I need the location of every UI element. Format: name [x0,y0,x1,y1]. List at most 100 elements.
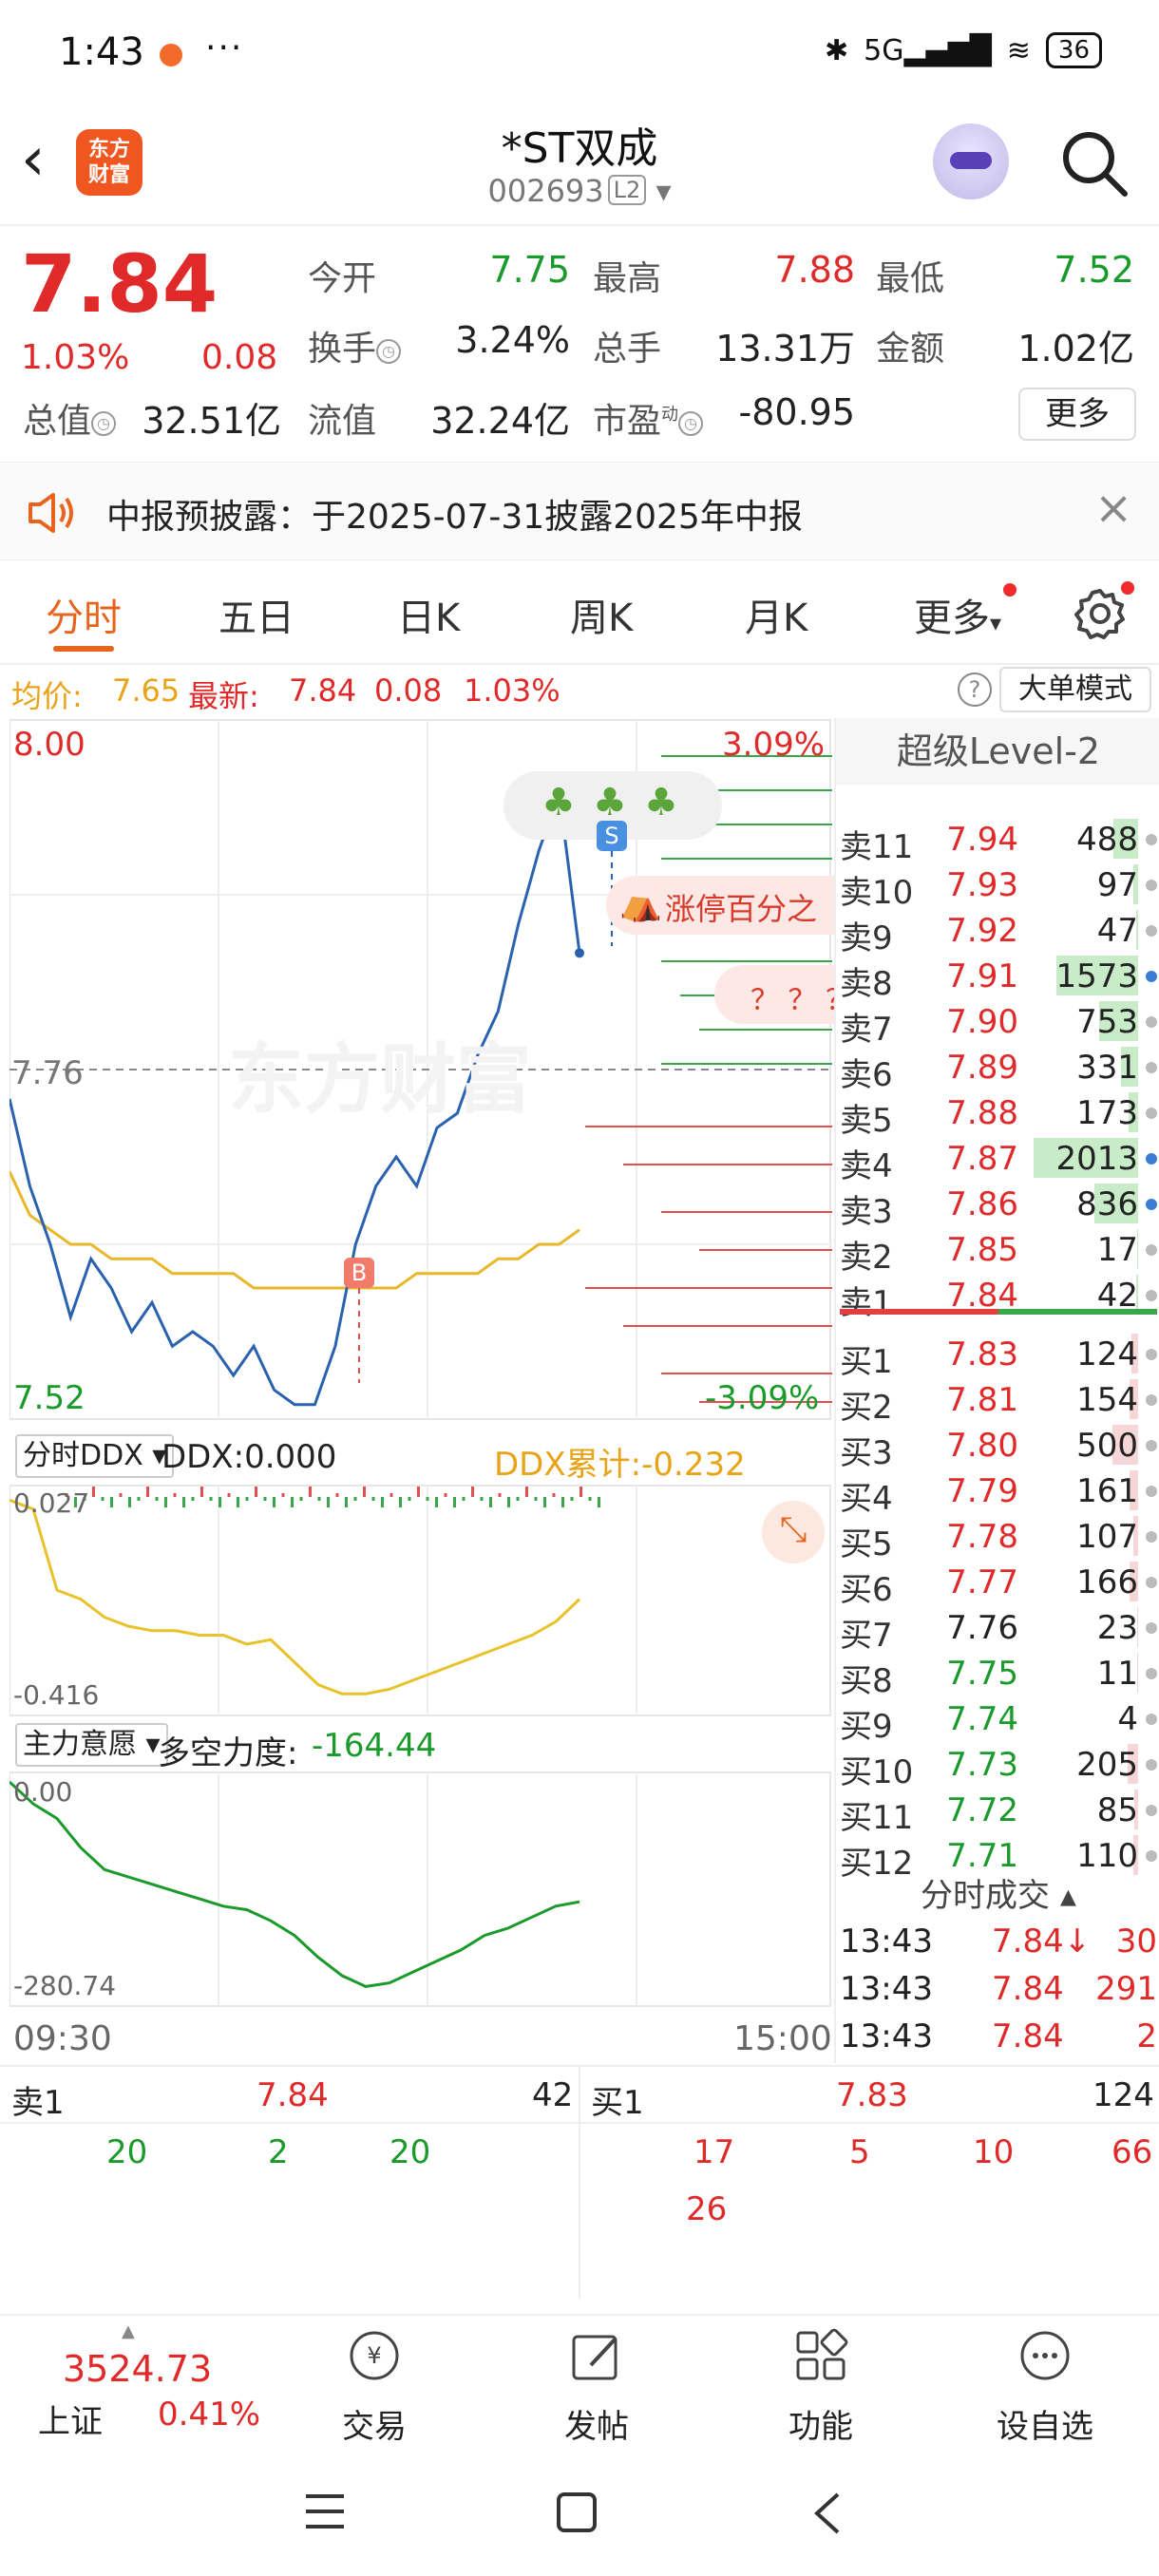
tick-time: 13:43 [840,2017,933,2055]
bid-price: 7.76 [946,1609,1018,1647]
orderbook-title[interactable]: 超级Level-2 [836,718,1159,785]
big-order-mode-button[interactable]: 大单模式 [999,667,1151,712]
buy-marker[interactable]: B [344,1258,374,1288]
bid-dot [1146,1850,1157,1862]
tab-weekly-k[interactable]: 周K [570,587,633,642]
index-name: 上证 [38,2403,103,2441]
ask-row[interactable]: 卖10 7.93 97 [836,862,1159,912]
bid-dot [1146,1440,1157,1451]
ddx-dropdown[interactable]: 分时DDX ▾ [15,1434,175,1478]
ask-row[interactable]: 卖5 7.88 173 [836,1090,1159,1140]
ask-label: 卖3 [840,1193,893,1231]
svg-text:¥: ¥ [367,2342,381,2369]
ask-row[interactable]: 卖3 7.86 836 [836,1182,1159,1231]
zl-axis-top: 0.00 [13,1776,73,1808]
bid-row[interactable]: 买3 7.80 500 [836,1423,1159,1472]
ask-price: 7.85 [946,1231,1018,1269]
bid-dot [1146,1668,1157,1679]
bid-row[interactable]: 买7 7.76 23 [836,1605,1159,1655]
ask-row[interactable]: 卖2 7.85 17 [836,1227,1159,1277]
ask-row[interactable]: 卖11 7.94 488 [836,817,1159,866]
bid-row[interactable]: 买8 7.75 11 [836,1651,1159,1700]
tick-price: 7.84 [992,1970,1064,2008]
level2-orderbook[interactable]: 超级Level-2 卖11 7.94 488 卖10 7.93 97 卖9 7.92 47 卖8 7… [834,718,1159,2063]
settings-icon[interactable] [1074,587,1127,640]
bid-row[interactable]: 买5 7.78 107 [836,1514,1159,1563]
bid-row[interactable]: 买9 7.74 4 [836,1696,1159,1746]
avg-label: 均价: [11,678,83,714]
bid-price: 7.72 [946,1791,1018,1829]
app-notification-icon [160,44,182,66]
close-icon[interactable]: × [1094,482,1132,535]
avg-value: 7.65 [112,672,180,709]
info-icon: ◷ [91,411,117,436]
latest-label: 最新: [188,678,259,714]
ask-price: 7.92 [946,912,1018,950]
queue-sell-price: 7.84 [256,2076,329,2114]
home-icon[interactable] [555,2491,598,2534]
sell-marker[interactable]: S [597,821,627,851]
bid-volume: 161 [1076,1472,1138,1510]
low-value: 7.52 [1054,249,1134,291]
y-axis-mid: 7.76 [11,1054,84,1092]
bid-row[interactable]: 买4 7.79 161 [836,1468,1159,1518]
tick-volume: 291 [1095,1970,1157,2008]
tab-daily-k[interactable]: 日K [397,587,460,642]
add-watchlist-button[interactable]: 设自选 [969,2327,1121,2447]
latest-value: 7.84 [289,672,357,709]
limit-up-bubble[interactable]: ⛺ 涨停百分之 [606,876,834,935]
tab-intraday[interactable]: 分时 [46,587,122,642]
ask-price: 7.89 [946,1049,1018,1087]
ask-row[interactable]: 卖7 7.90 753 [836,999,1159,1049]
tab-five-day[interactable]: 五日 [218,587,294,642]
tick-price: 7.84↓ [992,1923,1092,1960]
ask-dot [1146,1062,1157,1073]
bid-volume: 154 [1076,1381,1138,1419]
index-value: 3524.73 [63,2348,213,2390]
bid-row[interactable]: 买2 7.81 154 [836,1377,1159,1427]
menu-icon[interactable] [302,2491,348,2532]
main-force-dropdown[interactable]: 主力意愿 ▾ [15,1723,168,1767]
ask-price: 7.90 [946,1003,1018,1041]
ask-row[interactable]: 卖8 7.91 1573 [836,954,1159,1003]
back-nav-icon[interactable] [809,2491,847,2536]
tab-more[interactable]: 更多▾ [914,587,1001,642]
tab-monthly-k[interactable]: 月K [745,587,808,642]
index-ticker[interactable]: ▲ 3524.73 上证 0.41% [0,2316,285,2443]
ddx-value: DDX:0.000 [162,1438,337,1476]
ask-price: 7.88 [946,1094,1018,1132]
turnover-value: 3.24% [455,319,570,361]
bid-label: 买9 [840,1708,893,1746]
ask-row[interactable]: 卖9 7.92 47 [836,908,1159,957]
ticks-title[interactable]: 分时成交 ▴ [836,1869,1159,1916]
bid-row[interactable]: 买1 7.83 124 [836,1332,1159,1381]
index-percent: 0.41% [158,2396,261,2434]
more-button[interactable]: 更多 [1018,388,1136,441]
trade-button[interactable]: ¥ 交易 [298,2327,450,2447]
bid-label: 买10 [840,1753,914,1791]
function-button[interactable]: 功能 [745,2327,897,2447]
intraday-chart[interactable]: 8.00 7.76 7.52 3.09% -3.09% 东方财富 ♣ ♣ ♣ S… [10,718,834,2063]
period-tabs: 分时 五日 日K 周K 月K 更多▾ [0,560,1159,665]
bid-row[interactable]: 买6 7.77 166 [836,1560,1159,1609]
bid-row[interactable]: 买11 7.72 85 [836,1788,1159,1837]
bid-label: 买1 [840,1343,893,1381]
ask-dot [1146,1244,1157,1256]
search-icon[interactable] [1056,125,1132,201]
ask-volume: 97 [1096,866,1138,904]
expand-icon[interactable]: ⤡ [762,1501,825,1563]
ask-volume: 331 [1076,1049,1138,1087]
bid-row[interactable]: 买10 7.73 205 [836,1742,1159,1791]
ask-dot [1146,880,1157,891]
queue-buy-label: 买1 [591,2084,644,2122]
help-icon[interactable]: ? [958,672,992,707]
float-label: 流值 [308,402,377,441]
bid-dot [1146,1577,1157,1588]
post-button[interactable]: 发帖 [521,2327,673,2447]
announcement-bar[interactable]: 中报预披露：于2025-07-31披露2025年中报 × [0,462,1159,560]
ask-row[interactable]: 卖4 7.87 2013 [836,1136,1159,1185]
robot-avatar-icon[interactable] [933,123,1009,199]
bottom-toolbar: ▲ 3524.73 上证 0.41% ¥ 交易 发帖 功能 设自选 [0,2314,1159,2446]
question-bubble[interactable]: ？ ？ ？ [714,965,834,1024]
ask-row[interactable]: 卖6 7.89 331 [836,1045,1159,1094]
